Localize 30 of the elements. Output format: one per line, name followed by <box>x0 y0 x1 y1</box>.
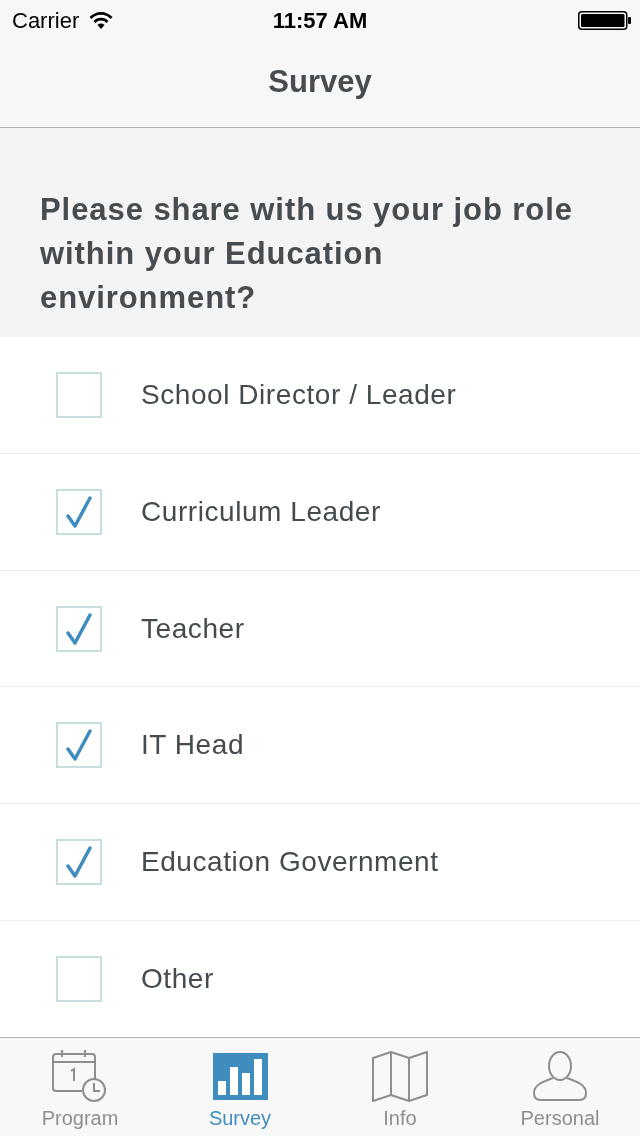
battery-icon <box>578 10 632 30</box>
checkmark-icon <box>66 729 92 762</box>
question-text: Please share with us your job role within your Education environment? <box>40 191 574 317</box>
checkmark-icon <box>66 612 92 645</box>
checkmark-icon <box>66 846 92 879</box>
tab[interactable]: Info <box>320 1038 480 1136</box>
checkmark-icon <box>66 495 92 528</box>
option-label: School Director / Leader <box>141 377 457 412</box>
bar-chart-icon <box>212 1052 268 1100</box>
option-label: IT Head <box>141 728 244 763</box>
calendar-clock-icon <box>52 1049 108 1103</box>
option-label: Other <box>141 962 214 997</box>
checkbox[interactable] <box>56 839 102 886</box>
checkbox[interactable] <box>56 371 102 418</box>
option-label: Curriculum Leader <box>141 494 381 529</box>
carrier-name: Carrier <box>12 6 80 35</box>
person-icon <box>532 1050 588 1102</box>
nav-title: Survey <box>268 63 372 102</box>
checkbox[interactable] <box>56 605 102 652</box>
tab[interactable]: Program <box>0 1038 160 1136</box>
tab[interactable]: Survey <box>160 1038 320 1136</box>
option-label: Teacher <box>141 611 245 646</box>
wifi-icon <box>89 11 114 29</box>
checkbox[interactable] <box>56 956 102 1003</box>
status-time: 11:57 AM <box>272 6 368 35</box>
option-label: Education Government <box>141 845 439 880</box>
folded-map-icon <box>372 1050 428 1102</box>
tab[interactable]: Personal <box>480 1038 640 1136</box>
checkbox[interactable] <box>56 722 102 769</box>
checkbox[interactable] <box>56 488 102 535</box>
